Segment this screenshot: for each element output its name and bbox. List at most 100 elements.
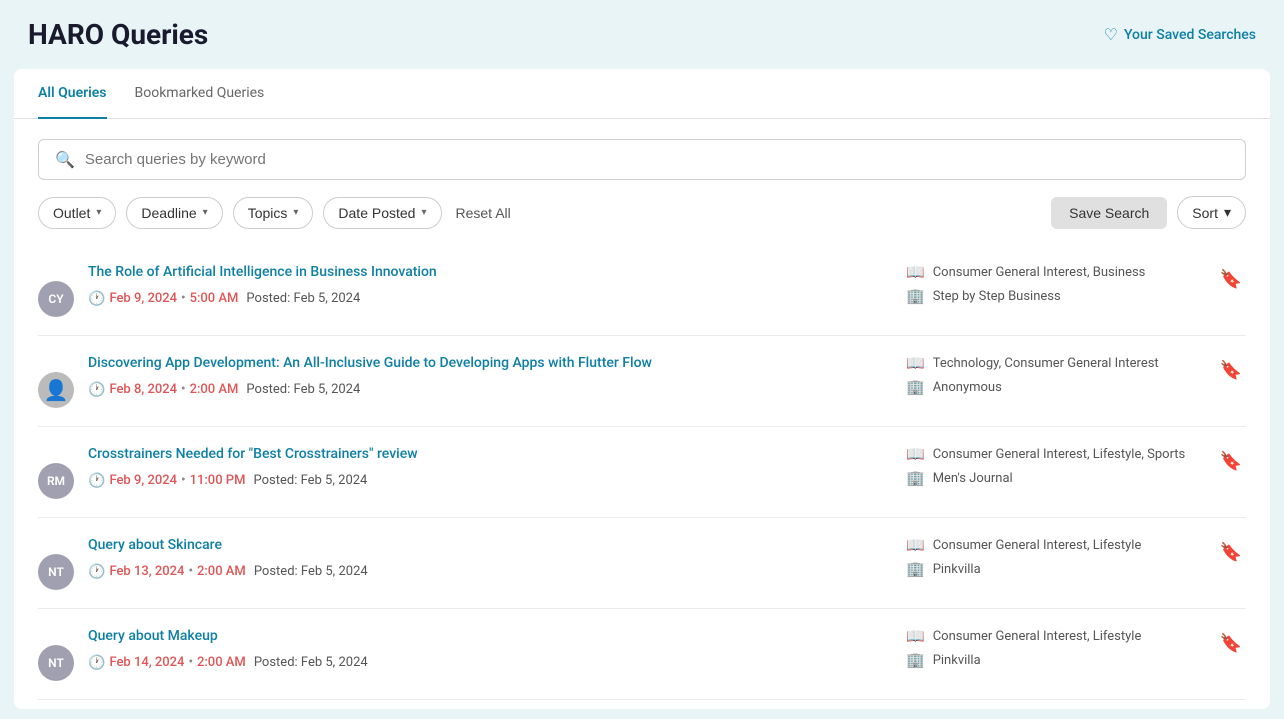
query-right: 📖 Consumer General Interest, Lifestyle, … xyxy=(906,445,1246,493)
query-title[interactable]: Discovering App Development: An All-Incl… xyxy=(88,354,890,374)
avatar: 👤 xyxy=(38,372,74,408)
clock-icon: 🕐 xyxy=(88,382,105,398)
deadline-badge: 🕐 Feb 14, 2024 • 2:00 AM xyxy=(88,655,246,671)
topics-filter[interactable]: Topics ▾ xyxy=(233,197,314,229)
categories-row: 📖 Consumer General Interest, Lifestyle xyxy=(906,627,1204,645)
sort-button[interactable]: Sort ▾ xyxy=(1177,196,1246,229)
deadline-time: 5:00 AM xyxy=(190,291,239,306)
deadline-badge: 🕐 Feb 13, 2024 • 2:00 AM xyxy=(88,564,246,580)
outlet-text: Men's Journal xyxy=(933,471,1013,486)
bookmark-button[interactable]: 🔖 xyxy=(1216,447,1246,476)
outlet-row: 🏢 Men's Journal xyxy=(906,469,1204,487)
page-title: HARO Queries xyxy=(28,18,208,51)
deadline-badge: 🕐 Feb 9, 2024 • 5:00 AM xyxy=(88,291,238,307)
building-icon: 🏢 xyxy=(906,378,925,396)
outlet-text: Pinkvilla xyxy=(933,653,981,668)
outlet-row: 🏢 Pinkvilla xyxy=(906,560,1204,578)
deadline-time: 11:00 PM xyxy=(190,473,246,488)
query-tags: 📖 Consumer General Interest, Lifestyle 🏢… xyxy=(906,536,1204,584)
save-search-button[interactable]: Save Search xyxy=(1051,197,1167,229)
outlet-row: 🏢 Pinkvilla xyxy=(906,651,1204,669)
book-icon: 📖 xyxy=(906,536,925,554)
tabs-bar: All Queries Bookmarked Queries xyxy=(14,69,1270,119)
query-left: 👤 Discovering App Development: An All-In… xyxy=(38,354,890,408)
chevron-down-icon: ▾ xyxy=(96,207,101,218)
deadline-badge: 🕐 Feb 8, 2024 • 2:00 AM xyxy=(88,382,238,398)
saved-searches-label: Your Saved Searches xyxy=(1124,27,1256,43)
query-item: CY The Role of Artificial Intelligence i… xyxy=(38,245,1246,336)
building-icon: 🏢 xyxy=(906,287,925,305)
query-title[interactable]: Query about Skincare xyxy=(88,536,890,556)
query-meta: 🕐 Feb 9, 2024 • 11:00 PM Posted: Feb 5, … xyxy=(88,473,890,489)
categories-text: Consumer General Interest, Lifestyle, Sp… xyxy=(933,447,1186,462)
bookmark-button[interactable]: 🔖 xyxy=(1216,356,1246,385)
deadline-date: Feb 8, 2024 xyxy=(109,382,177,397)
query-right: 📖 Consumer General Interest, Lifestyle 🏢… xyxy=(906,536,1246,584)
heart-icon: ♡ xyxy=(1104,25,1118,44)
query-tags: 📖 Consumer General Interest, Lifestyle 🏢… xyxy=(906,627,1204,675)
book-icon: 📖 xyxy=(906,263,925,281)
deadline-date: Feb 9, 2024 xyxy=(109,473,177,488)
posted-date: Posted: Feb 5, 2024 xyxy=(254,564,368,579)
query-tags: 📖 Consumer General Interest, Business 🏢 … xyxy=(906,263,1204,311)
query-item: NT Query about Skincare 🕐 Feb 13, 2024 •… xyxy=(38,518,1246,609)
posted-date: Posted: Feb 5, 2024 xyxy=(254,655,368,670)
query-title[interactable]: The Role of Artificial Intelligence in B… xyxy=(88,263,890,283)
deadline-time: 2:00 AM xyxy=(197,655,246,670)
query-left: NT Query about Skincare 🕐 Feb 13, 2024 •… xyxy=(38,536,890,590)
query-left: NT Query about Makeup 🕐 Feb 14, 2024 • 2… xyxy=(38,627,890,681)
query-meta: 🕐 Feb 13, 2024 • 2:00 AM Posted: Feb 5, … xyxy=(88,564,890,580)
query-content: Query about Skincare 🕐 Feb 13, 2024 • 2:… xyxy=(88,536,890,580)
query-tags: 📖 Technology, Consumer General Interest … xyxy=(906,354,1204,402)
deadline-badge: 🕐 Feb 9, 2024 • 11:00 PM xyxy=(88,473,245,489)
clock-icon: 🕐 xyxy=(88,655,105,671)
book-icon: 📖 xyxy=(906,354,925,372)
outlet-row: 🏢 Step by Step Business xyxy=(906,287,1204,305)
tab-bookmarked-queries[interactable]: Bookmarked Queries xyxy=(135,69,265,119)
search-input[interactable] xyxy=(85,151,1229,168)
search-icon: 🔍 xyxy=(55,150,75,169)
avatar: NT xyxy=(38,554,74,590)
query-left: CY The Role of Artificial Intelligence i… xyxy=(38,263,890,317)
building-icon: 🏢 xyxy=(906,560,925,578)
query-content: Query about Makeup 🕐 Feb 14, 2024 • 2:00… xyxy=(88,627,890,671)
query-item: 👤 Discovering App Development: An All-In… xyxy=(38,336,1246,427)
bookmark-button[interactable]: 🔖 xyxy=(1216,265,1246,294)
categories-row: 📖 Consumer General Interest, Business xyxy=(906,263,1204,281)
building-icon: 🏢 xyxy=(906,651,925,669)
outlet-text: Anonymous xyxy=(933,380,1002,395)
query-title[interactable]: Crosstrainers Needed for "Best Crosstrai… xyxy=(88,445,890,465)
deadline-filter[interactable]: Deadline ▾ xyxy=(126,197,222,229)
categories-text: Consumer General Interest, Lifestyle xyxy=(933,538,1142,553)
query-content: Discovering App Development: An All-Incl… xyxy=(88,354,890,398)
reset-all-button[interactable]: Reset All xyxy=(452,198,515,228)
categories-text: Consumer General Interest, Lifestyle xyxy=(933,629,1142,644)
avatar: RM xyxy=(38,463,74,499)
header: HARO Queries ♡ Your Saved Searches xyxy=(0,0,1284,69)
avatar: NT xyxy=(38,645,74,681)
filters-bar: Outlet ▾ Deadline ▾ Topics ▾ Date Posted… xyxy=(14,196,1270,245)
query-item: NT Query about Makeup 🕐 Feb 14, 2024 • 2… xyxy=(38,609,1246,700)
tab-all-queries[interactable]: All Queries xyxy=(38,69,107,119)
deadline-date: Feb 9, 2024 xyxy=(109,291,177,306)
deadline-date: Feb 13, 2024 xyxy=(109,564,184,579)
categories-text: Consumer General Interest, Business xyxy=(933,265,1146,280)
query-meta: 🕐 Feb 9, 2024 • 5:00 AM Posted: Feb 5, 2… xyxy=(88,291,890,307)
posted-date: Posted: Feb 5, 2024 xyxy=(253,473,367,488)
query-right: 📖 Consumer General Interest, Business 🏢 … xyxy=(906,263,1246,311)
date-posted-filter[interactable]: Date Posted ▾ xyxy=(323,197,441,229)
outlet-text: Step by Step Business xyxy=(933,289,1061,304)
chevron-down-icon: ▾ xyxy=(293,207,298,218)
saved-searches-link[interactable]: ♡ Your Saved Searches xyxy=(1104,25,1256,44)
clock-icon: 🕐 xyxy=(88,291,105,307)
bookmark-button[interactable]: 🔖 xyxy=(1216,538,1246,567)
deadline-time: 2:00 AM xyxy=(197,564,246,579)
query-meta: 🕐 Feb 14, 2024 • 2:00 AM Posted: Feb 5, … xyxy=(88,655,890,671)
query-right: 📖 Technology, Consumer General Interest … xyxy=(906,354,1246,402)
query-tags: 📖 Consumer General Interest, Lifestyle, … xyxy=(906,445,1204,493)
bookmark-button[interactable]: 🔖 xyxy=(1216,629,1246,658)
query-title[interactable]: Query about Makeup xyxy=(88,627,890,647)
categories-row: 📖 Technology, Consumer General Interest xyxy=(906,354,1204,372)
book-icon: 📖 xyxy=(906,445,925,463)
outlet-filter[interactable]: Outlet ▾ xyxy=(38,197,116,229)
